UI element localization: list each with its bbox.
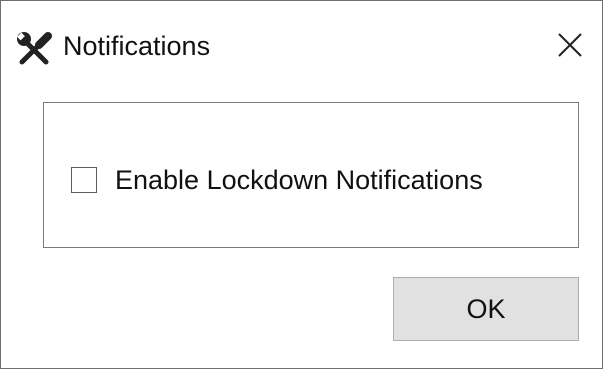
notifications-dialog: Notifications Enable Lockdown Notificati… — [0, 0, 603, 369]
close-button[interactable] — [541, 19, 599, 71]
enable-lockdown-notifications-checkbox[interactable] — [71, 167, 97, 193]
notification-options-group: Enable Lockdown Notifications — [43, 102, 579, 248]
close-icon — [558, 33, 582, 57]
title-bar[interactable]: Notifications — [1, 1, 602, 71]
enable-lockdown-notifications-label[interactable]: Enable Lockdown Notifications — [115, 161, 483, 199]
wrench-screwdriver-icon — [15, 29, 55, 69]
ok-button[interactable]: OK — [393, 277, 579, 341]
enable-lockdown-notifications-option[interactable]: Enable Lockdown Notifications — [71, 161, 483, 199]
window-title: Notifications — [63, 31, 211, 61]
